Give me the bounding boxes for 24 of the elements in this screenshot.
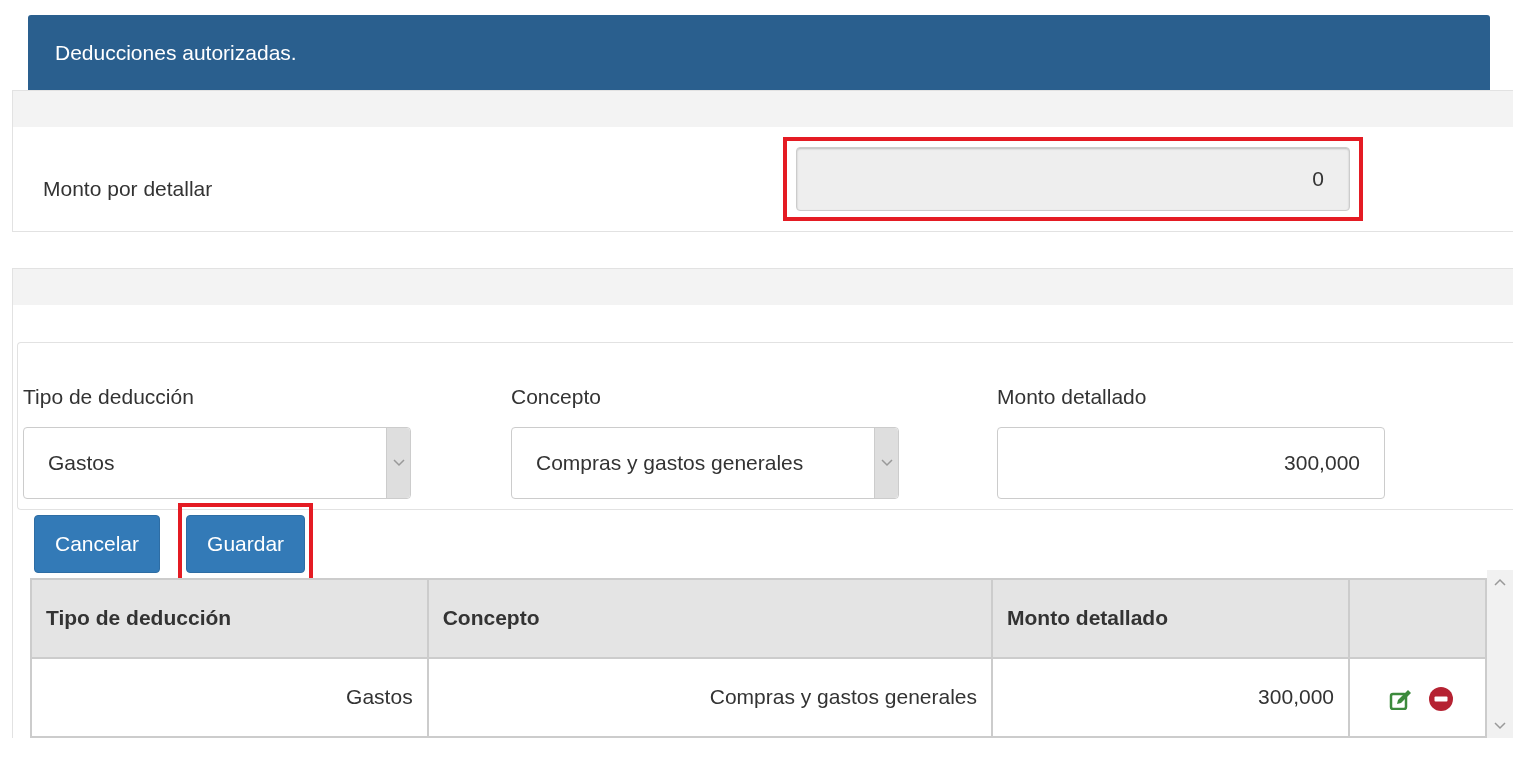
table-cell: Gastos [31, 657, 428, 737]
column-header: Concepto [427, 578, 993, 658]
field-label: Monto detallado [997, 384, 1148, 410]
panel-title: Deducciones autorizadas. [55, 39, 297, 66]
field-label: Monto por detallar [42, 176, 214, 203]
delete-icon[interactable] [1429, 686, 1454, 711]
caret-icon [392, 458, 405, 467]
action-button[interactable]: Cancelar [34, 514, 161, 573]
column-header: Tipo de deducción [31, 578, 428, 658]
action-button[interactable]: Guardar [186, 514, 306, 573]
table-cell: Compras y gastos generales [427, 657, 993, 737]
dropdown[interactable]: Compras y gastos generales [511, 426, 899, 499]
field-label: Concepto [511, 384, 602, 410]
edit-icon[interactable] [1389, 687, 1414, 710]
dropdown[interactable]: Gastos [23, 426, 411, 499]
scroll-up-icon[interactable] [1494, 577, 1507, 587]
scroll-down-icon[interactable] [1494, 720, 1507, 730]
amount-field[interactable]: 300,000 [997, 426, 1385, 499]
amount-field: 0 [796, 147, 1350, 211]
table-cell: 300,000 [992, 657, 1349, 737]
column-header: Monto detallado [992, 578, 1349, 658]
scrollbar-track[interactable] [1487, 569, 1513, 738]
field-label: Tipo de deducción [23, 384, 195, 410]
caret-icon [880, 458, 893, 467]
